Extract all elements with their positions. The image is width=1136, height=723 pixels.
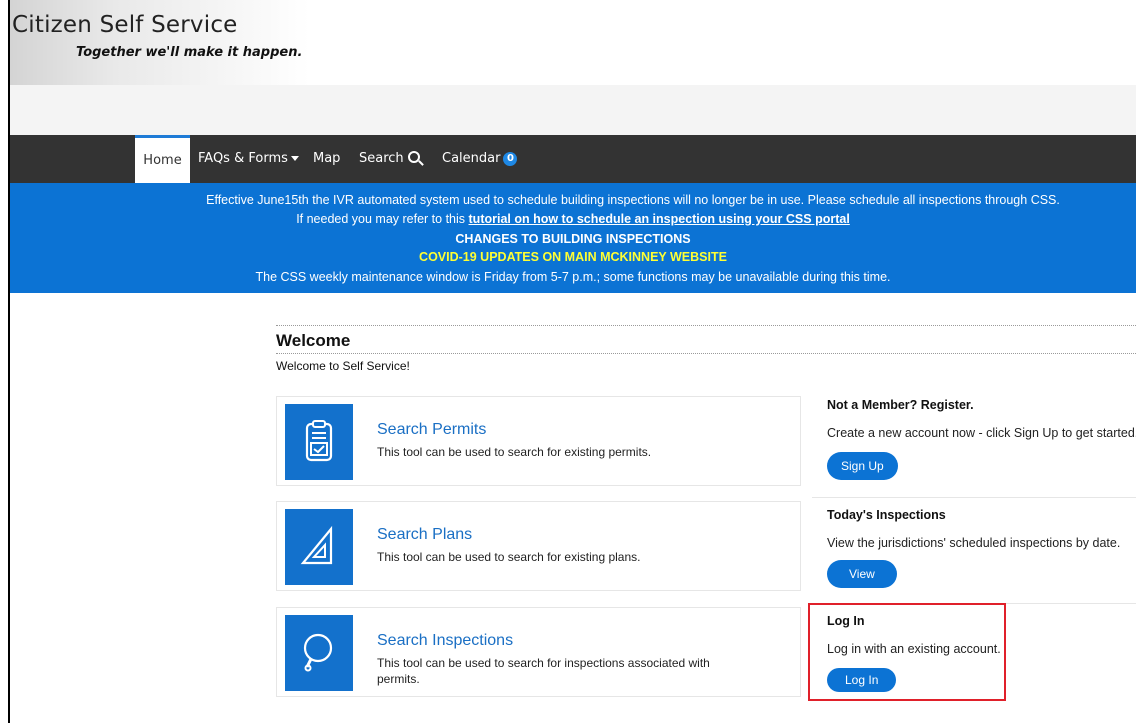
search-permits-card[interactable]: Search Permits This tool can be used to …: [276, 396, 801, 486]
search-inspections-title[interactable]: Search Inspections: [377, 632, 513, 650]
nav-home-label: Home: [143, 153, 182, 168]
nav-calendar-label: Calendar: [442, 151, 501, 166]
caret-down-icon: [290, 156, 299, 161]
inspections-panel: Today's Inspections View the jurisdictio…: [827, 508, 1136, 598]
nav-map-label: Map: [313, 151, 341, 166]
nav-faqs-forms-label: FAQs & Forms: [198, 151, 288, 166]
search-plans-card[interactable]: Search Plans This tool can be used to se…: [276, 501, 801, 591]
covid-updates-link[interactable]: COVID-19 UPDATES ON MAIN MCKINNEY WEBSIT…: [10, 250, 1136, 264]
site-title: Citizen Self Service: [12, 12, 238, 38]
search-icon: [407, 150, 420, 163]
register-title: Not a Member? Register.: [827, 398, 974, 412]
nav-search[interactable]: Search: [359, 135, 420, 183]
main-navbar: Home FAQs & Forms Map Search Calendar 0: [10, 135, 1136, 183]
banner-ivr-notice: Effective June15th the IVR automated sys…: [206, 193, 1060, 207]
nav-calendar[interactable]: Calendar 0: [442, 135, 518, 183]
building-inspections-link[interactable]: CHANGES TO BUILDING INSPECTIONS: [10, 232, 1136, 246]
announcement-banner: Effective June15th the IVR automated sys…: [10, 183, 1136, 293]
search-inspections-card[interactable]: Search Inspections This tool can be used…: [276, 607, 801, 697]
tutorial-link[interactable]: tutorial on how to schedule an inspectio…: [469, 212, 850, 226]
search-inspections-desc: This tool can be used to search for insp…: [377, 656, 710, 686]
sign-up-button[interactable]: Sign Up: [827, 452, 898, 480]
search-permits-desc: This tool can be used to search for exis…: [377, 445, 652, 459]
search-permits-title[interactable]: Search Permits: [377, 421, 486, 439]
site-header: Citizen Self Service Together we'll make…: [10, 0, 1136, 85]
side-divider: [812, 497, 1136, 498]
nav-map[interactable]: Map: [313, 135, 340, 183]
nav-faqs-forms[interactable]: FAQs & Forms: [198, 135, 299, 183]
nav-search-label: Search: [359, 151, 404, 166]
banner-maintenance-notice: The CSS weekly maintenance window is Fri…: [255, 270, 891, 284]
login-highlight-box: [808, 603, 1006, 701]
search-plans-desc: This tool can be used to search for exis…: [377, 550, 641, 564]
banner-tutorial-prefix: If needed you may refer to this: [296, 212, 469, 226]
inspections-text: View the jurisdictions' scheduled inspec…: [827, 536, 1121, 550]
register-text: Create a new account now - click Sign Up…: [827, 426, 1136, 440]
welcome-heading: Welcome: [276, 325, 1136, 354]
nav-home[interactable]: Home: [135, 135, 190, 183]
clipboard-check-icon: [285, 404, 353, 480]
welcome-text: Welcome to Self Service!: [276, 359, 410, 373]
magnifier-icon: [285, 615, 353, 691]
calendar-count-badge: 0: [503, 151, 518, 166]
set-square-icon: [285, 509, 353, 585]
search-plans-title[interactable]: Search Plans: [377, 526, 472, 544]
banner-tutorial-line: If needed you may refer to this tutorial…: [10, 212, 1136, 226]
register-panel: Not a Member? Register. Create a new acc…: [827, 398, 1136, 488]
header-band: [10, 85, 1136, 135]
view-button[interactable]: View: [827, 560, 897, 588]
inspections-title: Today's Inspections: [827, 508, 946, 522]
site-tagline: Together we'll make it happen.: [76, 45, 303, 60]
